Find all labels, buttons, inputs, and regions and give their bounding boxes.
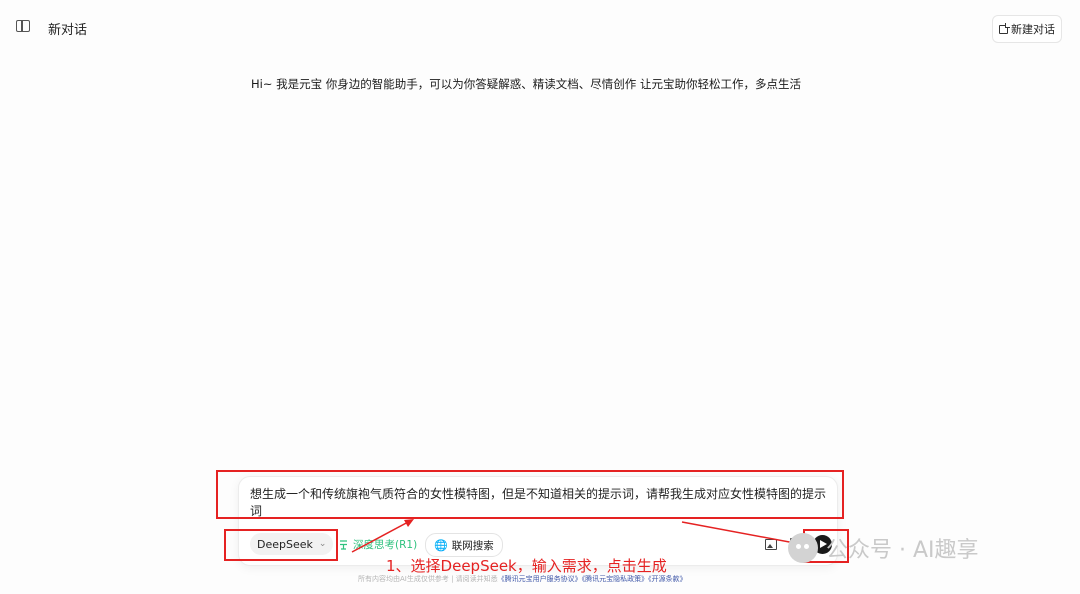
watermark: 公众号 · AI趣享	[788, 532, 979, 564]
deep-think-toggle[interactable]: 深度思考(R1)	[338, 534, 417, 554]
prompt-input[interactable]: 想生成一个和传统旗袍气质符合的女性模特图，但是不知道相关的提示词，请帮我生成对应…	[250, 486, 830, 520]
new-chat-icon	[999, 24, 1008, 34]
top-bar: 新对话 新建对话	[0, 0, 1080, 56]
new-chat-button[interactable]: 新建对话	[992, 15, 1062, 43]
disclaimer-text: 所有内容均由AI生成仅供参考 | 请阅读并知悉	[358, 575, 498, 583]
terms-link[interactable]: 《腾讯元宝用户服务协议》	[498, 575, 582, 583]
open-source-link[interactable]: 《开源条款》	[648, 575, 687, 583]
web-search-toggle[interactable]: 🌐 联网搜索	[425, 533, 503, 557]
chat-composer: 想生成一个和传统旗袍气质符合的女性模特图，但是不知道相关的提示词，请帮我生成对应…	[238, 476, 838, 566]
model-select[interactable]: DeepSeek ⌄	[250, 533, 334, 555]
privacy-link[interactable]: 《腾讯元宝隐私政策》	[582, 575, 649, 583]
new-chat-label: 新建对话	[1011, 23, 1055, 36]
deep-think-label: 深度思考(R1)	[353, 538, 418, 551]
sidebar-toggle-icon[interactable]	[16, 20, 30, 32]
model-label: DeepSeek	[257, 537, 313, 551]
wechat-icon	[788, 533, 818, 563]
web-search-label: 联网搜索	[451, 539, 494, 552]
tutorial-annotation: 1、选择DeepSeek，输入需求，点击生成	[386, 557, 667, 575]
greeting-text: Hi~ 我是元宝 你身边的智能助手，可以为你答疑解惑、精读文档、尽情创作 让元宝…	[251, 77, 801, 91]
watermark-text: 公众号 · AI趣享	[826, 538, 979, 563]
image-upload-icon[interactable]	[765, 539, 777, 550]
globe-icon: 🌐	[434, 538, 448, 552]
chevron-down-icon: ⌄	[318, 539, 327, 549]
page-title: 新对话	[48, 23, 88, 38]
deep-think-icon	[340, 539, 347, 550]
